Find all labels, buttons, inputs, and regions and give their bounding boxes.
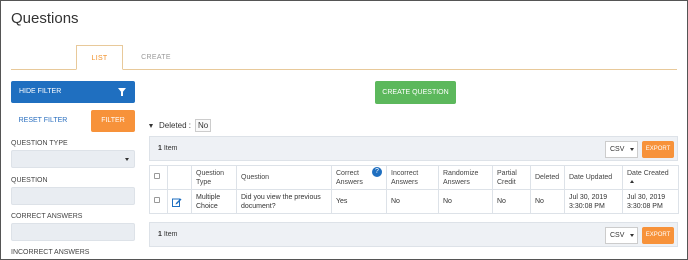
question-input[interactable] (11, 187, 135, 205)
header-date-created-label: Date Created (627, 169, 669, 177)
item-count-suffix: Item (163, 145, 178, 152)
item-count-number: 1 (158, 231, 162, 238)
correct-answers-label: CORRECT ANSWERS (11, 213, 83, 220)
header-correct-answers[interactable]: ? Correct Answers (331, 165, 387, 190)
header-date-created[interactable]: Date Created (622, 165, 679, 190)
question-type-select[interactable] (11, 150, 135, 168)
filter-icon-stem (121, 92, 123, 96)
header-incorrect-answers[interactable]: Incorrect Answers (386, 165, 439, 190)
app-frame: Questions LIST CREATE HIDE FILTER RESET … (0, 0, 688, 260)
chevron-down-icon (630, 234, 634, 237)
header-deleted[interactable]: Deleted (530, 165, 565, 190)
cell-deleted: No (530, 189, 565, 214)
cell-question: Did you view the previous document? (236, 189, 332, 214)
page-title: Questions (11, 10, 79, 27)
correct-answers-input[interactable] (11, 223, 135, 241)
deleted-filter-label: Deleted : (159, 121, 192, 130)
export-format-select[interactable]: CSV (605, 227, 638, 244)
incorrect-answers-label: INCORRECT ANSWERS (11, 249, 90, 256)
help-icon[interactable]: ? (372, 166, 382, 177)
question-label: QUESTION (11, 177, 48, 184)
results-bar-bottom: 1 Item CSV EXPORT (149, 222, 678, 247)
export-button[interactable]: EXPORT (642, 227, 674, 244)
filter-button[interactable]: FILTER (91, 110, 135, 132)
item-count-suffix: Item (163, 231, 178, 238)
export-format-value: CSV (610, 146, 625, 153)
row-select-cell (149, 189, 168, 214)
header-question-type[interactable]: Question Type (191, 165, 237, 190)
results-bar-top: 1 Item CSV EXPORT (149, 136, 678, 161)
chevron-down-icon (125, 158, 129, 161)
cell-question-type: Multiple Choice (191, 189, 237, 214)
select-all-checkbox[interactable] (154, 173, 160, 179)
deleted-filter-value[interactable]: No (195, 119, 212, 132)
export-format-select[interactable]: CSV (605, 141, 638, 158)
header-randomize-answers[interactable]: Randomize Answers (438, 165, 493, 190)
item-count: 1 Item (158, 145, 177, 152)
table-header-row: Question Type Question ? Correct Answers … (149, 165, 679, 190)
item-count: 1 Item (158, 231, 177, 238)
deleted-filter[interactable]: Deleted : No (149, 119, 212, 132)
select-all-cell (149, 165, 168, 190)
hide-filter-label: HIDE FILTER (19, 88, 62, 95)
export-button[interactable]: EXPORT (642, 141, 674, 158)
create-question-button[interactable]: CREATE QUESTION (375, 81, 456, 104)
row-edit-cell (167, 189, 192, 214)
header-question[interactable]: Question (236, 165, 332, 190)
questions-table: Question Type Question ? Correct Answers … (149, 165, 679, 214)
header-partial-credit[interactable]: Partial Credit (492, 165, 531, 190)
header-date-updated[interactable]: Date Updated (564, 165, 623, 190)
cell-correct-answers: Yes (331, 189, 387, 214)
cell-date-created: Jul 30, 2019 3:30:08 PM (622, 189, 679, 214)
table-row[interactable]: Multiple Choice Did you view the previou… (149, 189, 679, 214)
chevron-down-icon (630, 148, 634, 151)
row-checkbox[interactable] (154, 197, 160, 203)
cell-randomize-answers: No (438, 189, 493, 214)
reset-filter-button[interactable]: RESET FILTER (11, 110, 75, 132)
sort-ascending-icon (630, 180, 634, 184)
header-actions (167, 165, 192, 190)
item-count-number: 1 (158, 145, 162, 152)
edit-icon[interactable] (172, 197, 187, 207)
question-type-label: QUESTION TYPE (11, 140, 68, 147)
caret-down-icon (149, 123, 153, 128)
hide-filter-button[interactable]: HIDE FILTER (11, 81, 135, 103)
export-format-value: CSV (610, 232, 625, 239)
cell-incorrect-answers: No (386, 189, 439, 214)
tab-create[interactable]: CREATE (129, 45, 183, 70)
tab-list[interactable]: LIST (76, 45, 123, 70)
cell-date-updated: Jul 30, 2019 3:30:08 PM (564, 189, 623, 214)
header-correct-answers-label: Correct Answers (336, 169, 363, 186)
cell-partial-credit: No (492, 189, 531, 214)
